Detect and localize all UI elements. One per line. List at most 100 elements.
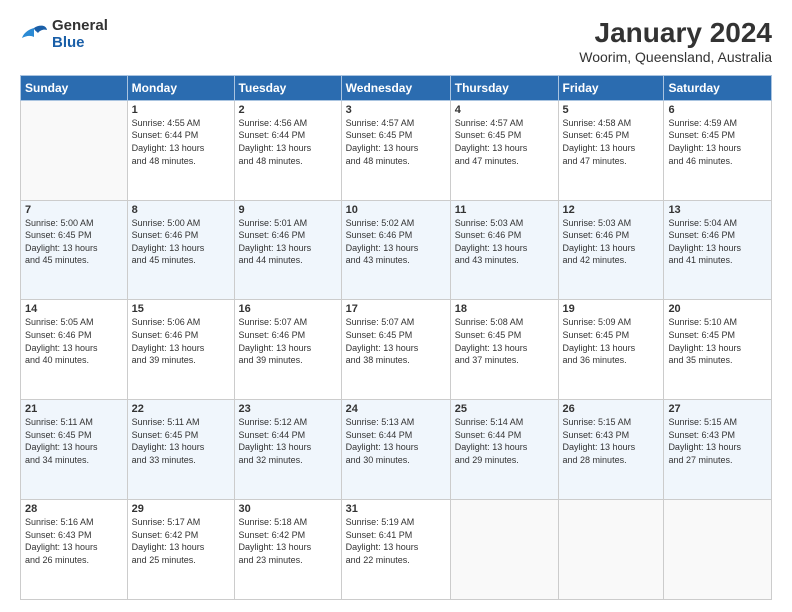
table-row: 26Sunrise: 5:15 AMSunset: 6:43 PMDayligh… bbox=[558, 400, 664, 500]
day-info: Sunrise: 5:17 AMSunset: 6:42 PMDaylight:… bbox=[132, 516, 230, 566]
day-info: Sunrise: 5:07 AMSunset: 6:45 PMDaylight:… bbox=[346, 316, 446, 366]
day-info: Sunrise: 5:05 AMSunset: 6:46 PMDaylight:… bbox=[25, 316, 123, 366]
calendar-week-row: 14Sunrise: 5:05 AMSunset: 6:46 PMDayligh… bbox=[21, 300, 772, 400]
day-info: Sunrise: 5:13 AMSunset: 6:44 PMDaylight:… bbox=[346, 416, 446, 466]
calendar-week-row: 7Sunrise: 5:00 AMSunset: 6:45 PMDaylight… bbox=[21, 200, 772, 300]
day-info: Sunrise: 5:11 AMSunset: 6:45 PMDaylight:… bbox=[25, 416, 123, 466]
day-number: 1 bbox=[132, 104, 230, 116]
day-number: 3 bbox=[346, 104, 446, 116]
day-info: Sunrise: 5:02 AMSunset: 6:46 PMDaylight:… bbox=[346, 217, 446, 267]
day-info: Sunrise: 5:15 AMSunset: 6:43 PMDaylight:… bbox=[563, 416, 660, 466]
table-row bbox=[450, 500, 558, 600]
table-row: 6Sunrise: 4:59 AMSunset: 6:45 PMDaylight… bbox=[664, 100, 772, 200]
table-row bbox=[21, 100, 128, 200]
day-info: Sunrise: 5:04 AMSunset: 6:46 PMDaylight:… bbox=[668, 217, 767, 267]
table-row: 16Sunrise: 5:07 AMSunset: 6:46 PMDayligh… bbox=[234, 300, 341, 400]
day-number: 25 bbox=[455, 403, 554, 415]
day-info: Sunrise: 5:12 AMSunset: 6:44 PMDaylight:… bbox=[239, 416, 337, 466]
day-number: 14 bbox=[25, 303, 123, 315]
day-info: Sunrise: 5:09 AMSunset: 6:45 PMDaylight:… bbox=[563, 316, 660, 366]
table-row: 1Sunrise: 4:55 AMSunset: 6:44 PMDaylight… bbox=[127, 100, 234, 200]
table-row: 29Sunrise: 5:17 AMSunset: 6:42 PMDayligh… bbox=[127, 500, 234, 600]
col-friday: Friday bbox=[558, 75, 664, 100]
calendar-header-row: Sunday Monday Tuesday Wednesday Thursday… bbox=[21, 75, 772, 100]
table-row: 10Sunrise: 5:02 AMSunset: 6:46 PMDayligh… bbox=[341, 200, 450, 300]
table-row: 30Sunrise: 5:18 AMSunset: 6:42 PMDayligh… bbox=[234, 500, 341, 600]
day-number: 24 bbox=[346, 403, 446, 415]
page: General Blue January 2024 Woorim, Queens… bbox=[0, 0, 792, 612]
table-row bbox=[558, 500, 664, 600]
day-number: 15 bbox=[132, 303, 230, 315]
logo-text: General Blue bbox=[52, 18, 108, 51]
day-info: Sunrise: 5:15 AMSunset: 6:43 PMDaylight:… bbox=[668, 416, 767, 466]
day-info: Sunrise: 5:00 AMSunset: 6:46 PMDaylight:… bbox=[132, 217, 230, 267]
day-info: Sunrise: 4:56 AMSunset: 6:44 PMDaylight:… bbox=[239, 117, 337, 167]
day-number: 31 bbox=[346, 503, 446, 515]
day-number: 29 bbox=[132, 503, 230, 515]
day-number: 21 bbox=[25, 403, 123, 415]
table-row: 14Sunrise: 5:05 AMSunset: 6:46 PMDayligh… bbox=[21, 300, 128, 400]
table-row: 27Sunrise: 5:15 AMSunset: 6:43 PMDayligh… bbox=[664, 400, 772, 500]
day-number: 8 bbox=[132, 204, 230, 216]
table-row: 24Sunrise: 5:13 AMSunset: 6:44 PMDayligh… bbox=[341, 400, 450, 500]
col-tuesday: Tuesday bbox=[234, 75, 341, 100]
day-info: Sunrise: 5:07 AMSunset: 6:46 PMDaylight:… bbox=[239, 316, 337, 366]
table-row: 18Sunrise: 5:08 AMSunset: 6:45 PMDayligh… bbox=[450, 300, 558, 400]
day-number: 20 bbox=[668, 303, 767, 315]
logo-icon bbox=[20, 24, 48, 46]
day-number: 6 bbox=[668, 104, 767, 116]
day-info: Sunrise: 4:57 AMSunset: 6:45 PMDaylight:… bbox=[455, 117, 554, 167]
day-number: 4 bbox=[455, 104, 554, 116]
day-number: 19 bbox=[563, 303, 660, 315]
logo: General Blue bbox=[20, 18, 108, 51]
table-row: 15Sunrise: 5:06 AMSunset: 6:46 PMDayligh… bbox=[127, 300, 234, 400]
day-number: 30 bbox=[239, 503, 337, 515]
day-info: Sunrise: 5:03 AMSunset: 6:46 PMDaylight:… bbox=[455, 217, 554, 267]
day-info: Sunrise: 5:08 AMSunset: 6:45 PMDaylight:… bbox=[455, 316, 554, 366]
day-info: Sunrise: 4:58 AMSunset: 6:45 PMDaylight:… bbox=[563, 117, 660, 167]
day-number: 10 bbox=[346, 204, 446, 216]
day-number: 17 bbox=[346, 303, 446, 315]
table-row: 2Sunrise: 4:56 AMSunset: 6:44 PMDaylight… bbox=[234, 100, 341, 200]
table-row: 8Sunrise: 5:00 AMSunset: 6:46 PMDaylight… bbox=[127, 200, 234, 300]
table-row: 23Sunrise: 5:12 AMSunset: 6:44 PMDayligh… bbox=[234, 400, 341, 500]
day-number: 22 bbox=[132, 403, 230, 415]
day-info: Sunrise: 5:03 AMSunset: 6:46 PMDaylight:… bbox=[563, 217, 660, 267]
day-info: Sunrise: 5:19 AMSunset: 6:41 PMDaylight:… bbox=[346, 516, 446, 566]
day-info: Sunrise: 4:57 AMSunset: 6:45 PMDaylight:… bbox=[346, 117, 446, 167]
col-thursday: Thursday bbox=[450, 75, 558, 100]
day-info: Sunrise: 5:00 AMSunset: 6:45 PMDaylight:… bbox=[25, 217, 123, 267]
header: General Blue January 2024 Woorim, Queens… bbox=[20, 18, 772, 65]
day-number: 27 bbox=[668, 403, 767, 415]
day-info: Sunrise: 5:16 AMSunset: 6:43 PMDaylight:… bbox=[25, 516, 123, 566]
logo-general: General bbox=[52, 18, 108, 35]
day-number: 18 bbox=[455, 303, 554, 315]
table-row bbox=[664, 500, 772, 600]
table-row: 5Sunrise: 4:58 AMSunset: 6:45 PMDaylight… bbox=[558, 100, 664, 200]
day-number: 12 bbox=[563, 204, 660, 216]
day-info: Sunrise: 4:55 AMSunset: 6:44 PMDaylight:… bbox=[132, 117, 230, 167]
day-number: 9 bbox=[239, 204, 337, 216]
title-block: January 2024 Woorim, Queensland, Austral… bbox=[579, 18, 772, 65]
day-number: 13 bbox=[668, 204, 767, 216]
table-row: 7Sunrise: 5:00 AMSunset: 6:45 PMDaylight… bbox=[21, 200, 128, 300]
table-row: 17Sunrise: 5:07 AMSunset: 6:45 PMDayligh… bbox=[341, 300, 450, 400]
calendar-table: Sunday Monday Tuesday Wednesday Thursday… bbox=[20, 75, 772, 600]
table-row: 25Sunrise: 5:14 AMSunset: 6:44 PMDayligh… bbox=[450, 400, 558, 500]
calendar-week-row: 21Sunrise: 5:11 AMSunset: 6:45 PMDayligh… bbox=[21, 400, 772, 500]
day-number: 7 bbox=[25, 204, 123, 216]
col-wednesday: Wednesday bbox=[341, 75, 450, 100]
day-info: Sunrise: 5:01 AMSunset: 6:46 PMDaylight:… bbox=[239, 217, 337, 267]
day-info: Sunrise: 5:06 AMSunset: 6:46 PMDaylight:… bbox=[132, 316, 230, 366]
logo-blue: Blue bbox=[52, 35, 108, 52]
day-number: 16 bbox=[239, 303, 337, 315]
table-row: 9Sunrise: 5:01 AMSunset: 6:46 PMDaylight… bbox=[234, 200, 341, 300]
day-number: 11 bbox=[455, 204, 554, 216]
calendar-title: January 2024 bbox=[579, 18, 772, 49]
day-number: 2 bbox=[239, 104, 337, 116]
calendar-week-row: 1Sunrise: 4:55 AMSunset: 6:44 PMDaylight… bbox=[21, 100, 772, 200]
table-row: 22Sunrise: 5:11 AMSunset: 6:45 PMDayligh… bbox=[127, 400, 234, 500]
table-row: 3Sunrise: 4:57 AMSunset: 6:45 PMDaylight… bbox=[341, 100, 450, 200]
col-monday: Monday bbox=[127, 75, 234, 100]
day-number: 26 bbox=[563, 403, 660, 415]
